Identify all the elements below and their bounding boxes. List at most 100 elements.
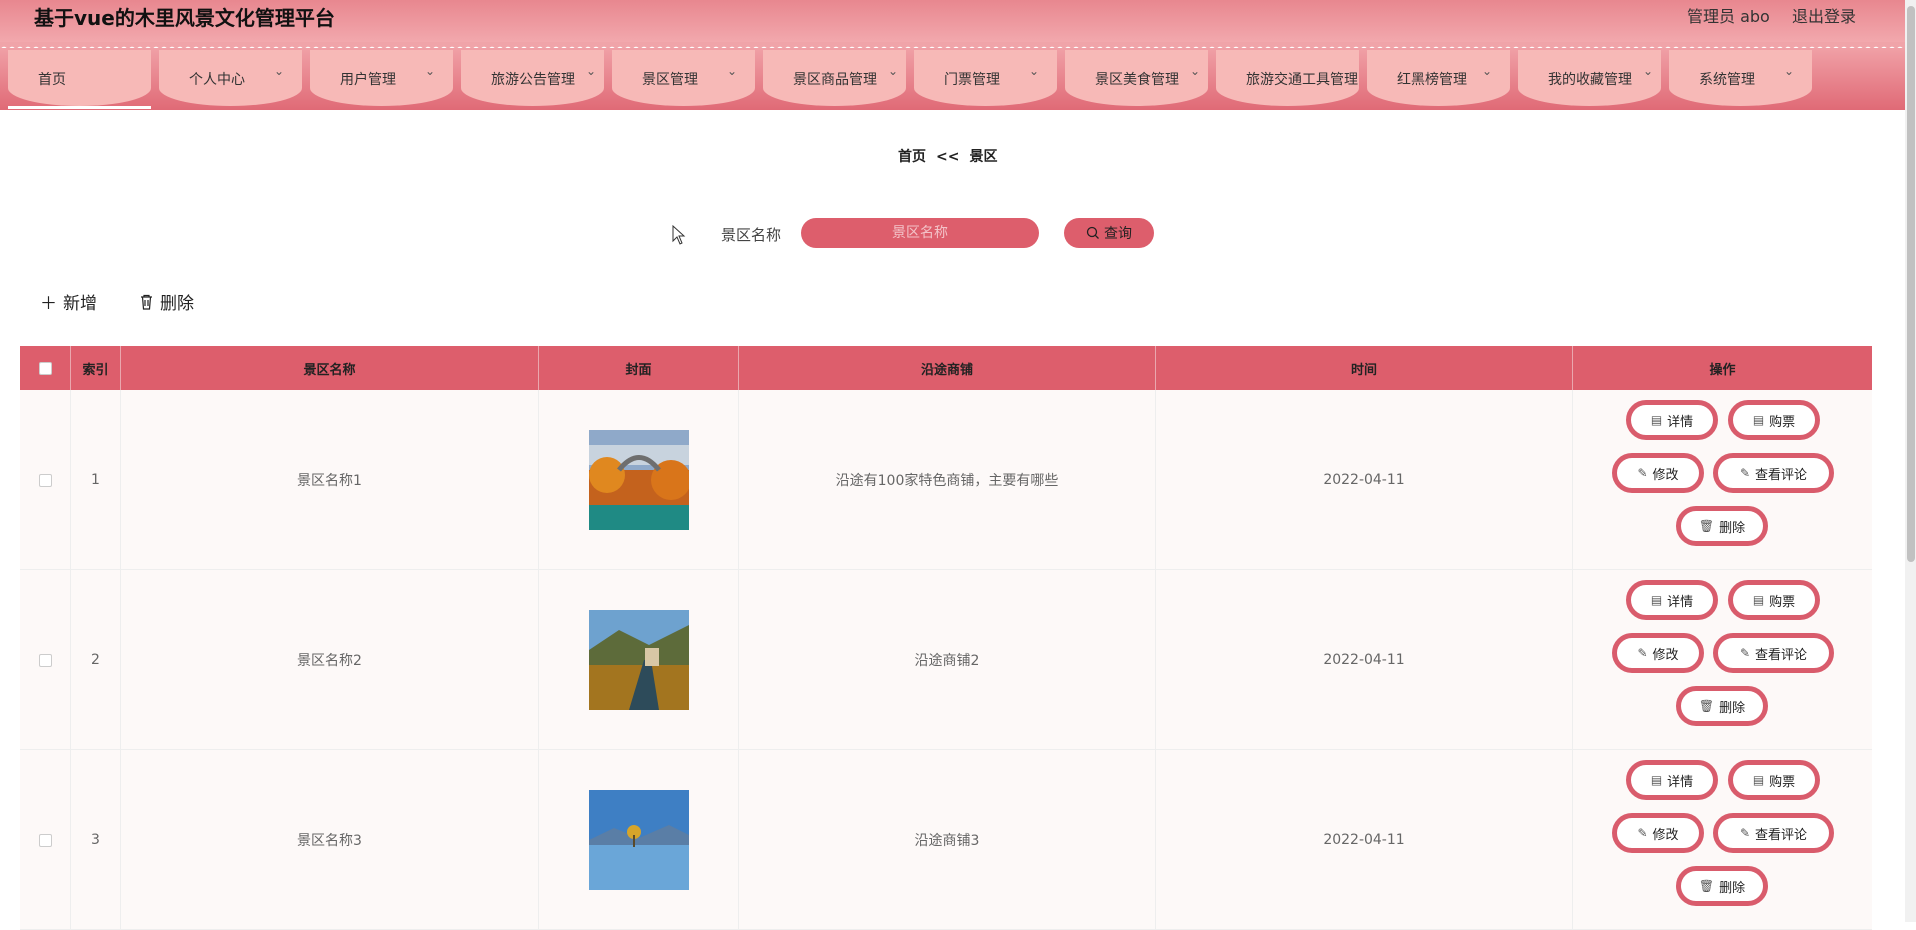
view-comments-label: 查看评论 — [1755, 647, 1808, 663]
search-button[interactable]: 查询 — [1064, 218, 1154, 248]
document-icon: ▤ — [1752, 773, 1765, 787]
scrollbar-thumb[interactable] — [1907, 6, 1915, 562]
edit-label: 修改 — [1652, 467, 1679, 483]
delete-button[interactable]: 🗑 删除 — [1676, 866, 1768, 906]
row-checkbox[interactable] — [38, 833, 52, 847]
nav-label: 首页 — [38, 72, 66, 88]
nav-scenic-management[interactable]: 景区管理 ⌄ — [612, 50, 755, 106]
row-name: 景区名称1 — [121, 390, 539, 570]
logout-link[interactable]: 退出登录 — [1792, 3, 1856, 27]
cover-image-lake-tree[interactable] — [588, 790, 689, 890]
delete-label: 删除 — [1719, 880, 1746, 896]
row-checkbox[interactable] — [38, 653, 52, 667]
chevron-down-icon: ⌄ — [887, 64, 898, 78]
edit-icon: ✎ — [1739, 646, 1751, 660]
edit-icon: ✎ — [1637, 826, 1648, 840]
chevron-down-icon: ⌄ — [273, 64, 284, 78]
detail-button[interactable]: ▤ 详情 — [1626, 760, 1718, 800]
search-icon — [1086, 226, 1099, 239]
trash-icon: 🗑 — [1698, 699, 1715, 713]
view-comments-button[interactable]: ✎ 查看评论 — [1713, 633, 1834, 673]
chevron-down-icon: ⌄ — [726, 64, 737, 78]
batch-delete-button[interactable]: 删除 — [139, 289, 194, 314]
view-comments-button[interactable]: ✎ 查看评论 — [1713, 453, 1834, 493]
breadcrumb: 首页 << 景区 — [898, 146, 1007, 166]
row-name: 景区名称3 — [121, 750, 539, 930]
active-nav-indicator — [8, 106, 151, 109]
trash-icon: 🗑 — [1698, 879, 1715, 893]
breadcrumb-home[interactable]: 首页 — [898, 149, 926, 165]
nav-label: 景区美食管理 — [1095, 72, 1179, 88]
edit-button[interactable]: ✎ 修改 — [1612, 813, 1704, 853]
edit-label: 修改 — [1652, 647, 1679, 663]
buy-ticket-label: 购票 — [1769, 414, 1796, 430]
chevron-down-icon: ⌄ — [585, 64, 596, 78]
edit-icon: ✎ — [1637, 646, 1648, 660]
table-row: 2 景区名称2 沿途商铺2 2022-04-11 ▤ 详情 ▤ 购票 ✎ 修改 ✎ 查看… — [20, 570, 1872, 750]
cover-image-autumn-bridge[interactable] — [588, 430, 689, 530]
top-bar: 基于vue的木里风景文化管理平台 管理员 abo 退出登录 — [0, 0, 1905, 42]
buy-ticket-button[interactable]: ▤ 购票 — [1728, 400, 1820, 440]
header-index: 索引 — [71, 346, 121, 390]
nav-label: 用户管理 — [340, 72, 396, 88]
buy-ticket-button[interactable]: ▤ 购票 — [1728, 580, 1820, 620]
buy-ticket-button[interactable]: ▤ 购票 — [1728, 760, 1820, 800]
nav-favorites-management[interactable]: 我的收藏管理 ⌄ — [1518, 50, 1661, 106]
nav-label: 景区管理 — [642, 72, 698, 88]
view-comments-button[interactable]: ✎ 查看评论 — [1713, 813, 1834, 853]
detail-label: 详情 — [1667, 414, 1694, 430]
edit-icon: ✎ — [1739, 826, 1751, 840]
row-cover-cell — [539, 570, 739, 750]
row-index: 2 — [71, 570, 121, 750]
main-nav: 首页 个人中心 ⌄ 用户管理 ⌄ 旅游公告管理 ⌄ 景区管理 ⌄ 景区商品管理 ⌄ 门票管… — [0, 48, 1905, 110]
nav-user-management[interactable]: 用户管理 ⌄ — [310, 50, 453, 106]
nav-food-management[interactable]: 景区美食管理 ⌄ — [1065, 50, 1208, 106]
nav-ranking-management[interactable]: 红黑榜管理 ⌄ — [1367, 50, 1510, 106]
nav-system-management[interactable]: 系统管理 ⌄ — [1669, 50, 1812, 106]
row-select-cell — [20, 750, 71, 930]
document-icon: ▤ — [1752, 413, 1765, 427]
chevron-down-icon: ⌄ — [1783, 64, 1794, 78]
edit-icon: ✎ — [1739, 466, 1751, 480]
delete-button[interactable]: 🗑 删除 — [1676, 506, 1768, 546]
header-time: 时间 — [1156, 346, 1573, 390]
header-cover: 封面 — [539, 346, 739, 390]
nav-ticket-management[interactable]: 门票管理 ⌄ — [914, 50, 1057, 106]
row-index: 3 — [71, 750, 121, 930]
document-icon: ▤ — [1650, 773, 1663, 787]
add-button[interactable]: ＋ 新增 — [40, 289, 97, 314]
nav-product-management[interactable]: 景区商品管理 ⌄ — [763, 50, 906, 106]
detail-button[interactable]: ▤ 详情 — [1626, 580, 1718, 620]
table-header: 索引 景区名称 封面 沿途商铺 时间 操作 — [20, 346, 1872, 390]
nav-label: 红黑榜管理 — [1397, 72, 1467, 88]
breadcrumb-current: 景区 — [969, 149, 998, 165]
nav-announcement-management[interactable]: 旅游公告管理 ⌄ — [461, 50, 604, 106]
edit-button[interactable]: ✎ 修改 — [1612, 633, 1704, 673]
nav-label: 旅游公告管理 — [491, 72, 575, 88]
nav-personal-center[interactable]: 个人中心 ⌄ — [159, 50, 302, 106]
delete-button[interactable]: 🗑 删除 — [1676, 686, 1768, 726]
document-icon: ▤ — [1752, 593, 1765, 607]
table-row: 3 景区名称3 沿途商铺3 2022-04-11 ▤ 详情 ▤ 购票 ✎ 修改 ✎ 查看… — [20, 750, 1872, 930]
trash-icon — [141, 294, 152, 310]
detail-button[interactable]: ▤ 详情 — [1626, 400, 1718, 440]
mouse-cursor-icon — [672, 225, 686, 245]
edit-button[interactable]: ✎ 修改 — [1612, 453, 1704, 493]
select-all-checkbox[interactable] — [38, 361, 52, 375]
cover-image-mountain-road[interactable] — [588, 610, 689, 710]
add-button-label: 新增 — [63, 294, 97, 314]
row-cover-cell — [539, 750, 739, 930]
row-select-cell — [20, 570, 71, 750]
nav-label: 门票管理 — [944, 72, 1000, 88]
row-time: 2022-04-11 — [1156, 570, 1573, 750]
row-checkbox[interactable] — [38, 473, 52, 487]
row-shops: 沿途商铺3 — [739, 750, 1156, 930]
search-input[interactable] — [801, 218, 1039, 248]
row-name: 景区名称2 — [121, 570, 539, 750]
view-comments-label: 查看评论 — [1755, 827, 1808, 843]
chevron-down-icon: ⌄ — [1642, 64, 1653, 78]
nav-transport-management[interactable]: 旅游交通工具管理 — [1216, 50, 1359, 106]
edit-icon: ✎ — [1637, 466, 1648, 480]
nav-home[interactable]: 首页 — [8, 50, 151, 106]
chevron-down-icon: ⌄ — [424, 64, 435, 78]
